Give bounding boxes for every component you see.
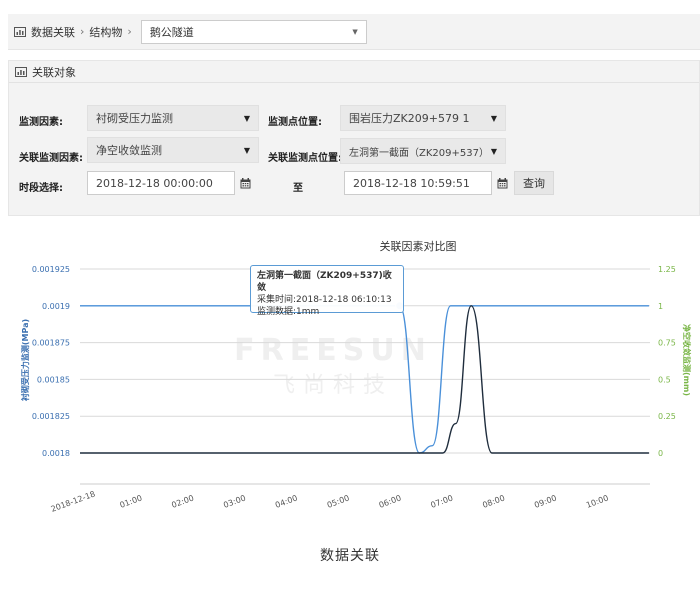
panel-title: 关联对象 [32,65,76,79]
y-right-tick-label: 1.25 [658,265,676,274]
point-value: 围岩压力ZK209+579 1 [349,112,470,125]
x-tick-label: 02:00 [170,493,195,509]
caret-down-icon: ▼ [243,145,250,155]
breadcrumb-item-structure[interactable]: 结构物 [89,24,122,40]
x-tick-label: 2018-12-18 [50,489,97,513]
y-right-tick-label: 0 [658,449,663,458]
panel-header: 关联对象 [9,61,699,83]
breadcrumb-item-data-link[interactable]: 数据关联 [31,24,75,40]
breadcrumb-separator: › [80,25,85,38]
bar-chart-icon [14,26,26,37]
x-tick-label: 01:00 [119,493,144,509]
x-tick-label: 10:00 [585,493,610,509]
tooltip-title: 左洞第一截面（ZK209+537)收敛 [257,271,392,293]
structure-select[interactable]: 鹅公隧道 ▼ [140,19,367,44]
end-time-value: 2018-12-18 10:59:51 [353,176,470,190]
breadcrumb: 数据关联 › 结构物 › 鹅公隧道 ▼ [8,14,700,50]
tooltip-time: 采集时间:2018-12-18 06:10:13 [257,295,392,305]
start-time-input[interactable]: 2018-12-18 00:00:00 [87,171,235,195]
monitor-factor-select[interactable]: 衬砌受压力监测 ▼ [87,105,259,131]
y-left-axis-label: 衬砌受压力监测(MPa) [20,319,30,402]
calendar-icon[interactable] [492,171,512,195]
watermark-cn: 飞尚科技 [273,373,393,398]
x-tick-label: 06:00 [378,493,403,509]
chart-tooltip: 左洞第一截面（ZK209+537)收敛 采集时间:2018-12-18 06:1… [250,265,404,317]
breadcrumb-separator: › [127,25,132,38]
y-left-tick-label: 0.001875 [32,339,70,348]
x-tick-label: 03:00 [222,493,247,509]
watermark-en: FREESUN [234,333,432,368]
calendar-icon[interactable] [235,171,255,195]
rel-point-value: 左洞第一截面（ZK209+537） [349,147,489,159]
figure-caption: 数据关联 [320,548,380,564]
rel-factor-select[interactable]: 净空收敛监测 ▼ [87,137,259,163]
to-label: 至 [293,183,303,194]
association-panel: 关联对象 监测因素: 衬砌受压力监测 ▼ 监测点位置: 围岩压力ZK209+57… [8,60,700,216]
y-right-tick-label: 0.25 [658,412,676,421]
app: 数据关联 › 结构物 › 鹅公隧道 ▼ 关联对象 监测因素: 衬砌受压力监测 ▼… [0,0,700,596]
y-left-tick-label: 0.00185 [37,375,70,384]
y-left-tick-label: 0.001825 [32,412,70,421]
end-time-input[interactable]: 2018-12-18 10:59:51 [344,171,492,195]
period-label: 时段选择: [19,183,63,194]
monitor-factor-value: 衬砌受压力监测 [96,112,173,125]
y-right-tick-label: 0.75 [658,339,676,348]
structure-select-value: 鹅公隧道 [149,25,194,39]
caret-down-icon: ▼ [490,146,497,156]
point-label: 监测点位置: [268,117,322,128]
rel-point-select[interactable]: 左洞第一截面（ZK209+537） ▼ [340,138,506,164]
y-right-tick-label: 1 [658,302,663,311]
caret-down-icon: ▼ [490,113,497,123]
y-left-tick-label: 0.0018 [42,449,70,458]
x-tick-label: 05:00 [326,493,351,509]
start-time-value: 2018-12-18 00:00:00 [96,176,213,190]
y-left-tick-label: 0.001925 [32,265,70,274]
x-tick-label: 09:00 [533,493,558,509]
monitor-factor-label: 监测因素: [19,117,63,128]
point-select[interactable]: 围岩压力ZK209+579 1 ▼ [340,105,506,131]
query-button[interactable]: 查询 [514,171,554,195]
rel-point-label: 关联监测点位置: [268,153,342,164]
y-left-tick-label: 0.0019 [42,302,70,311]
chevron-down-icon: ▼ [352,27,358,36]
x-tick-label: 07:00 [429,493,454,509]
x-tick-label: 04:00 [274,493,299,509]
tooltip-value: 监测数据:1mm [257,307,320,317]
y-right-tick-label: 0.5 [658,375,671,384]
bar-chart-icon [15,66,27,77]
rel-factor-label: 关联监测因素: [19,153,83,164]
caret-down-icon: ▼ [243,113,250,123]
chart-title: 关联因素对比图 [380,239,457,253]
rel-factor-value: 净空收敛监测 [96,144,162,157]
x-tick-label: 08:00 [481,493,506,509]
y-right-axis-label: 净空收敛监测(mm) [682,324,692,396]
